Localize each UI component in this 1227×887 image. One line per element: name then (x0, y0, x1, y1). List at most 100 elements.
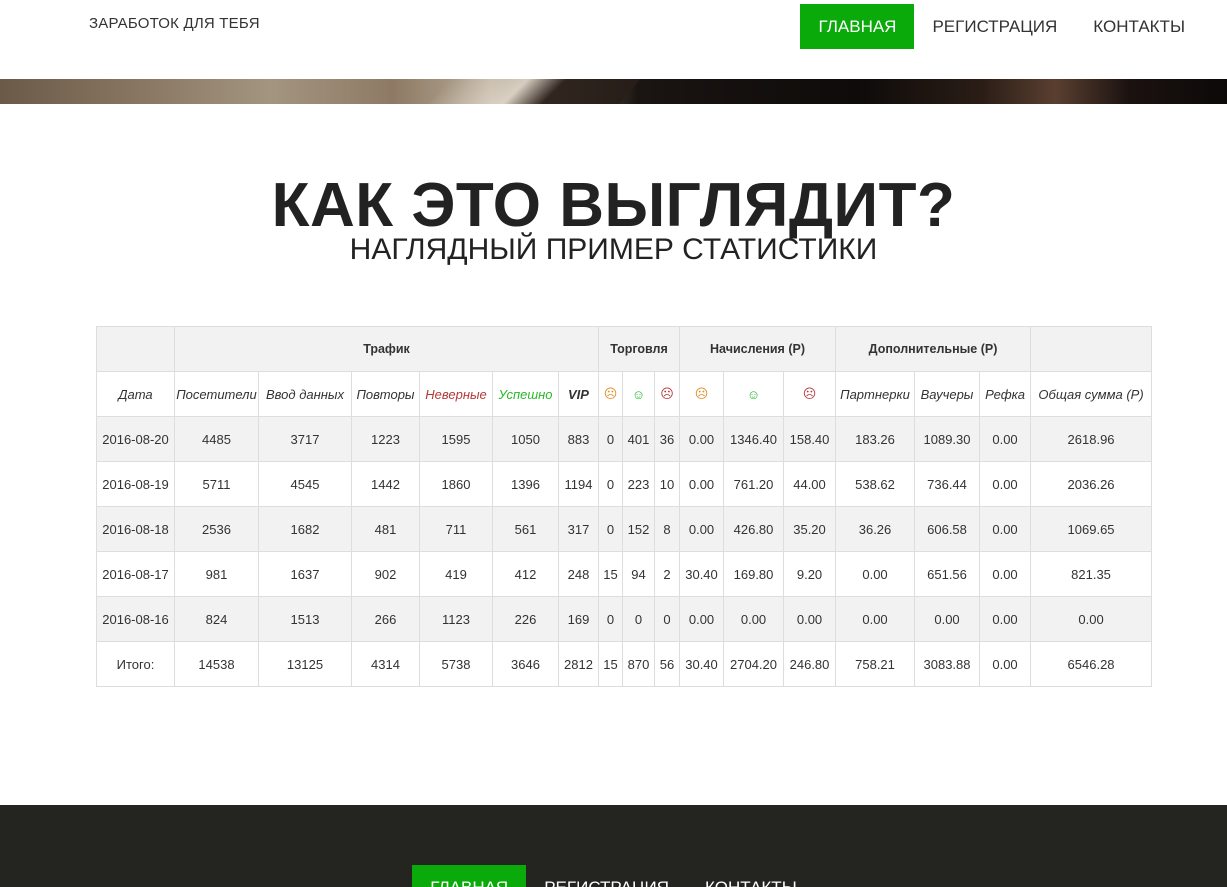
table-cell: 1194 (558, 461, 599, 507)
table-cell: 5738 (419, 641, 493, 687)
table-cell: 538.62 (835, 461, 916, 507)
table-cell: 169.80 (723, 551, 785, 597)
smile-face-icon: ☺ (723, 371, 785, 417)
table-cell: 0.00 (679, 461, 725, 507)
table-cell: 2016-08-18 (96, 506, 175, 552)
table-cell: 266 (351, 596, 420, 642)
table-cell: 152 (622, 506, 655, 552)
table-cell: 2036.26 (1030, 461, 1153, 507)
statistics-table: Трафик Торговля Начисления (Р) Дополните… (96, 326, 1153, 687)
table-cell: 4485 (174, 416, 259, 462)
table-cell: 561 (492, 506, 559, 552)
table-row: 2016-08-19 5711 4545 1442 1860 1396 1194 0 223 10… (96, 461, 1153, 507)
table-cell: 0 (622, 596, 655, 642)
group-header-traffic: Трафик (174, 326, 599, 372)
col-header-invalid: Неверные (419, 371, 493, 417)
table-cell: 1223 (351, 416, 420, 462)
table-row: 2016-08-20 4485 3717 1223 1595 1050 883 0 401 36 0… (96, 416, 1153, 462)
table-cell: 2536 (174, 506, 259, 552)
table-cell: 4545 (258, 461, 352, 507)
table-cell: 6546.28 (1030, 641, 1153, 687)
table-cell: 401 (622, 416, 655, 462)
site-brand[interactable]: ЗАРАБОТОК ДЛЯ ТЕБЯ (89, 15, 260, 32)
group-header-empty (1030, 326, 1153, 372)
col-header-partners: Партнерки (835, 371, 916, 417)
table-row: 2016-08-16 824 1513 266 1123 226 169 0 0 0 0.00 0.0… (96, 596, 1153, 642)
nav-link-home[interactable]: ГЛАВНАЯ (800, 4, 915, 49)
table-cell: 3717 (258, 416, 352, 462)
group-header-extra: Дополнительные (Р) (835, 326, 1032, 372)
nav-link-contacts[interactable]: КОНТАКТЫ (1075, 4, 1203, 49)
table-cell: 223 (622, 461, 655, 507)
col-header-visitors: Посетители (174, 371, 259, 417)
table-cell: 4314 (351, 641, 420, 687)
table-cell: 0 (598, 506, 623, 552)
table-cell: 158.40 (783, 416, 837, 462)
footer-nav-link-registration[interactable]: РЕГИСТРАЦИЯ (526, 865, 687, 887)
table-cell: 2016-08-20 (96, 416, 175, 462)
table-cell: 711 (419, 506, 493, 552)
footer-nav: ГЛАВНАЯ РЕГИСТРАЦИЯ КОНТАКТЫ (0, 865, 1227, 887)
footer-nav-link-home[interactable]: ГЛАВНАЯ (412, 865, 527, 887)
col-header-referral: Рефка (979, 371, 1032, 417)
table-cell: 8 (653, 506, 681, 552)
table-cell: 36 (653, 416, 681, 462)
table-cell: 1069.65 (1030, 506, 1153, 552)
table-group-header-row: Трафик Торговля Начисления (Р) Дополните… (96, 326, 1153, 372)
table-cell: 3083.88 (914, 641, 981, 687)
table-cell: 736.44 (914, 461, 981, 507)
table-cell: 0.00 (723, 596, 785, 642)
table-cell: 317 (558, 506, 599, 552)
col-header-data-entry: Ввод данных (258, 371, 352, 417)
main-nav: ГЛАВНАЯ РЕГИСТРАЦИЯ КОНТАКТЫ (800, 4, 1203, 49)
table-cell: 15 (598, 551, 623, 597)
table-cell: 821.35 (1030, 551, 1153, 597)
table-cell: 35.20 (783, 506, 837, 552)
col-header-total: Общая сумма (Р) (1030, 371, 1153, 417)
footer-nav-link-contacts[interactable]: КОНТАКТЫ (687, 865, 815, 887)
table-cell: 419 (419, 551, 493, 597)
nav-link-registration[interactable]: РЕГИСТРАЦИЯ (914, 4, 1075, 49)
table-cell: 0.00 (979, 641, 1032, 687)
table-cell: 824 (174, 596, 259, 642)
table-cell: 1442 (351, 461, 420, 507)
table-cell: 0.00 (835, 551, 916, 597)
table-cell: 2704.20 (723, 641, 785, 687)
table-cell: 1637 (258, 551, 352, 597)
table-cell: 2016-08-16 (96, 596, 175, 642)
col-header-repeats: Повторы (351, 371, 420, 417)
table-cell: 1346.40 (723, 416, 785, 462)
table-cell: 0.00 (1030, 596, 1153, 642)
table-cell: 0 (598, 416, 623, 462)
table-cell: 44.00 (783, 461, 837, 507)
table-cell: 870 (622, 641, 655, 687)
table-row: 2016-08-17 981 1637 902 419 412 248 15 94 2 30.40 1… (96, 551, 1153, 597)
table-cell: 1513 (258, 596, 352, 642)
col-header-success: Успешно (492, 371, 559, 417)
table-cell: 2618.96 (1030, 416, 1153, 462)
sad-face-icon: ☹ (653, 371, 681, 417)
site-header: ЗАРАБОТОК ДЛЯ ТЕБЯ ГЛАВНАЯ РЕГИСТРАЦИЯ К… (0, 0, 1227, 79)
table-cell: 2016-08-17 (96, 551, 175, 597)
neutral-face-icon: ☹ (598, 371, 623, 417)
table-column-header-row: Дата Посетители Ввод данных Повторы Неве… (96, 371, 1153, 417)
table-cell: 248 (558, 551, 599, 597)
table-body: 2016-08-20 4485 3717 1223 1595 1050 883 0 401 36 0… (96, 416, 1153, 687)
table-cell: 0.00 (679, 596, 725, 642)
table-cell: Итого: (96, 641, 175, 687)
table-cell: 883 (558, 416, 599, 462)
group-header-accruals: Начисления (Р) (679, 326, 837, 372)
table-total-row: Итого: 14538 13125 4314 5738 3646 2812 15 870 56 3… (96, 641, 1153, 687)
table-cell: 94 (622, 551, 655, 597)
section-title: КАК ЭТО ВЫГЛЯДИТ? (271, 171, 956, 240)
table-cell: 2812 (558, 641, 599, 687)
table-cell: 426.80 (723, 506, 785, 552)
table-cell: 9.20 (783, 551, 837, 597)
table-cell: 606.58 (914, 506, 981, 552)
table-cell: 246.80 (783, 641, 837, 687)
section-subtitle: НАГЛЯДНЫЙ ПРИМЕР СТАТИСТИКИ (349, 233, 878, 266)
table-cell: 2 (653, 551, 681, 597)
table-cell: 758.21 (835, 641, 916, 687)
table-cell: 30.40 (679, 551, 725, 597)
table-cell: 0.00 (979, 551, 1032, 597)
